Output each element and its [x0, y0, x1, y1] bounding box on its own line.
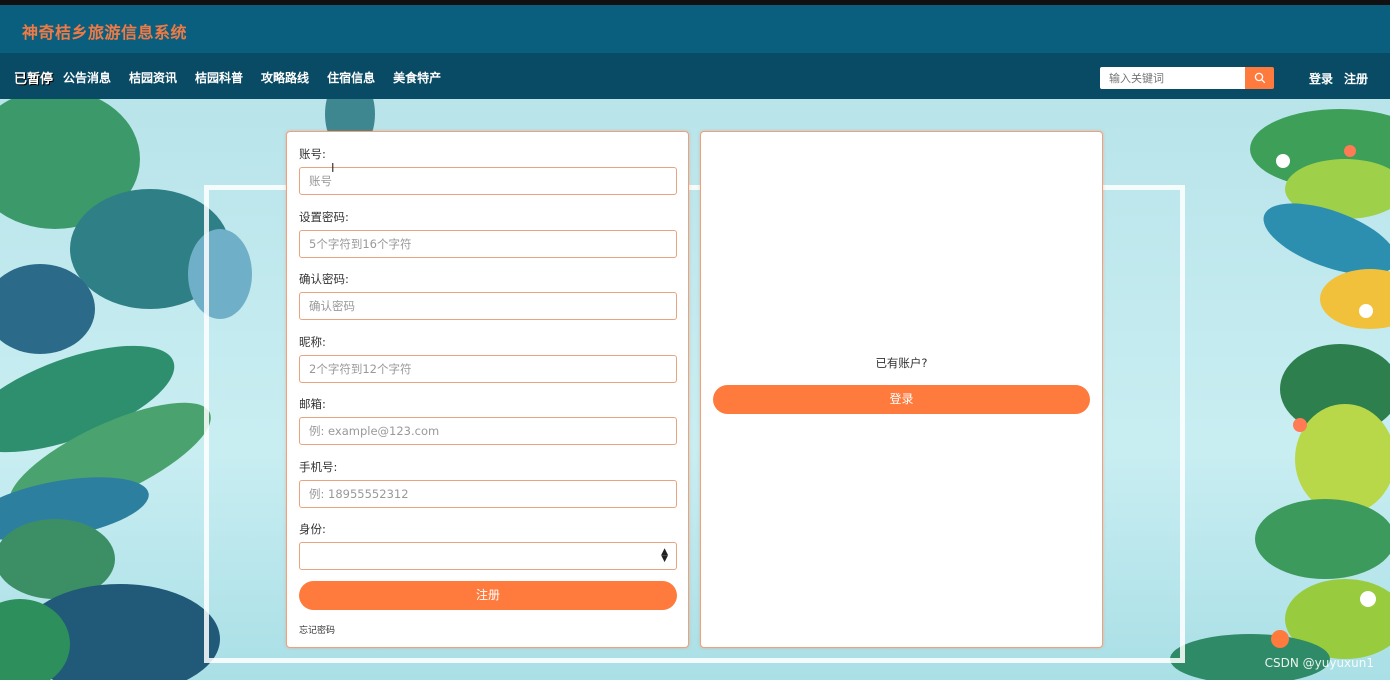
have-account-text: 已有账户? [875, 356, 928, 370]
search-button[interactable] [1245, 67, 1274, 89]
watermark: CSDN @yuyuxun1 [1264, 656, 1374, 670]
search-input[interactable] [1100, 67, 1246, 89]
account-label: 账号: [299, 147, 326, 161]
identity-label: 身份: [299, 522, 326, 536]
nav-item-announcements[interactable]: 公告消息 [63, 69, 111, 86]
auth-links: 登录 注册 [1309, 70, 1368, 87]
login-button[interactable]: 登录 [713, 385, 1090, 414]
nav-item-orchard-science[interactable]: 桔园科普 [195, 69, 243, 86]
nav-item-orchard-news[interactable]: 桔园资讯 [129, 69, 177, 86]
search-icon [1254, 72, 1265, 84]
site-title: 神奇桔乡旅游信息系统 [22, 23, 188, 42]
phone-label: 手机号: [299, 460, 338, 474]
phone-input[interactable] [299, 480, 677, 508]
forgot-password-link[interactable]: 忘记密码 [299, 623, 335, 636]
identity-select[interactable]: ▲ ▼ [299, 542, 677, 570]
pause-label: 已暂停 [14, 72, 54, 87]
login-panel-card: 已有账户? 登录 [700, 131, 1103, 648]
nickname-input[interactable] [299, 355, 677, 383]
nav-menu: 公告消息 桔园资讯 桔园科普 攻略路线 住宿信息 美食特产 [63, 69, 441, 86]
password-label: 设置密码: [299, 210, 349, 224]
register-submit-button[interactable]: 注册 [299, 581, 677, 610]
login-link[interactable]: 登录 [1309, 70, 1333, 87]
email-input[interactable] [299, 417, 677, 445]
nav-item-food-specialties[interactable]: 美食特产 [393, 69, 441, 86]
account-input[interactable] [299, 167, 677, 195]
password-input[interactable] [299, 230, 677, 258]
site-header: 神奇桔乡旅游信息系统 [0, 5, 1390, 53]
background-illustration [0, 99, 1390, 680]
updown-arrow-icon: ▲ ▼ [661, 547, 668, 564]
nav-item-lodging[interactable]: 住宿信息 [327, 69, 375, 86]
nickname-label: 昵称: [299, 335, 326, 349]
register-form-card: 账号: 设置密码: 确认密码: 昵称: 邮箱: 手机号: 身份: ▲▼ 注册 忘… [286, 131, 689, 648]
nav-item-guide-routes[interactable]: 攻略路线 [261, 69, 309, 86]
email-label: 邮箱: [299, 397, 326, 411]
confirm-password-input[interactable] [299, 292, 677, 320]
text-cursor-icon: I [331, 161, 335, 175]
confirm-password-label: 确认密码: [299, 272, 349, 286]
register-link[interactable]: 注册 [1344, 70, 1368, 87]
